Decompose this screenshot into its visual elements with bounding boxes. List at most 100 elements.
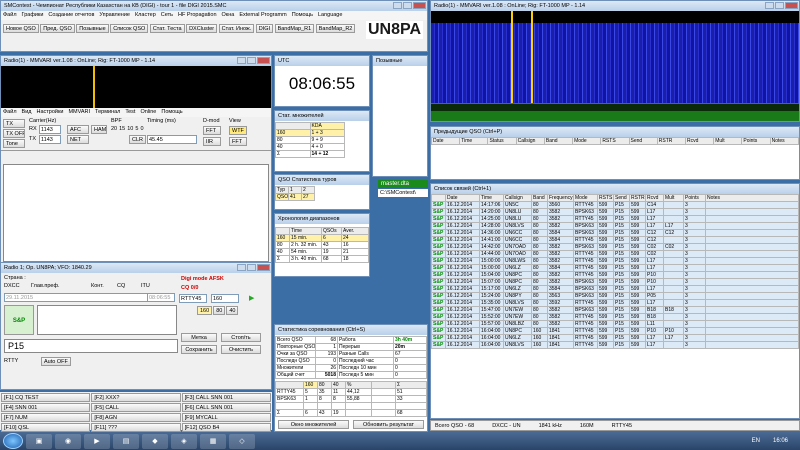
callsigns-button[interactable]: Позывные [76, 24, 109, 33]
play-icon[interactable]: ▶ [249, 294, 254, 302]
table-row[interactable]: S&P 16.12.2014 14:41:00 UN6CC 80 3584 RTTY45 59… [431, 236, 799, 244]
band-160-button[interactable]: 160 [197, 306, 213, 315]
time-field[interactable]: 08:06:55 [147, 293, 175, 302]
f7-button[interactable]: [F7] NUM [1, 413, 91, 422]
refresh-result-button[interactable]: Обновить результат [353, 419, 424, 429]
mmvari-menu-online[interactable]: Online [140, 109, 156, 115]
table-row[interactable]: S&P 16.12.2014 14:36:00 UN6CC 80 3584 BPSK63 59… [431, 229, 799, 237]
iir-button[interactable]: IIR [203, 137, 221, 146]
fft-view-button[interactable]: FFT [229, 137, 247, 146]
f11-button[interactable]: [F11] ??? [91, 423, 181, 432]
clr-button[interactable]: CLR [129, 135, 147, 144]
header-cell[interactable]: Time [479, 194, 504, 202]
menu-file[interactable]: Файл [3, 12, 17, 18]
mark-button[interactable]: Метка [181, 333, 217, 342]
header-cell[interactable]: Callsign [503, 194, 532, 202]
new-qso-button[interactable]: Новое QSO [3, 24, 39, 33]
menu-network[interactable]: Сеть [161, 12, 173, 18]
minimize-button[interactable] [393, 2, 402, 9]
table-row[interactable]: S&P 16.12.2014 15:52:00 UN7EW 80 3582 RTTY45 59… [431, 313, 799, 321]
media-icon[interactable]: ▶ [84, 433, 110, 449]
close-button[interactable] [257, 57, 270, 64]
tx-button[interactable]: TX [3, 119, 25, 128]
menu-windows[interactable]: Окна [222, 12, 235, 18]
prev-qso-button[interactable]: Пред. QSO [40, 24, 75, 33]
header-cell[interactable]: Notes [705, 194, 799, 202]
mmvari-waterfall-left[interactable] [1, 66, 271, 108]
menu-help[interactable]: Помощь [292, 12, 313, 18]
timing-field[interactable]: 45.45 [147, 135, 197, 144]
chart-taskbar-icon[interactable]: ▦ [200, 433, 226, 449]
browser-icon[interactable]: ◉ [55, 433, 81, 449]
table-row[interactable]: S&P 16.12.2014 14:28:00 UN8LVS 80 3582 BPSK63 5… [431, 222, 799, 230]
table-row[interactable]: S&P 16.12.2014 14:17:06 UN5C 80 3560 RTTY45 599… [431, 201, 799, 209]
f9-button[interactable]: [F9] MYCALL [181, 413, 271, 422]
waterfall-display[interactable] [431, 11, 799, 111]
callsign-input[interactable] [37, 305, 177, 335]
app-taskbar-icon[interactable]: ◇ [229, 433, 255, 449]
header-cell[interactable]: Date [445, 194, 480, 202]
table-row[interactable]: S&P 16.12.2014 15:17:00 UN6LZ 80 3584 BPSK63 59… [431, 285, 799, 293]
stop-button[interactable]: Стоп/ть [221, 333, 261, 342]
auto-off-button[interactable]: Auto OFF [41, 357, 71, 366]
mmvari-menu-settings[interactable]: Настройки [36, 109, 63, 115]
net-button[interactable]: NET [67, 135, 89, 144]
minimize-button[interactable] [237, 264, 246, 271]
qso-list-button[interactable]: Список QSO [110, 24, 149, 33]
table-row[interactable]: S&P 16.12.2014 15:07:00 UN8PC 80 3582 BPSK63 59… [431, 278, 799, 286]
txoff-button[interactable]: TX OFF [3, 129, 25, 138]
table-row[interactable]: S&P 16.12.2014 16:04:00 UN6LZ 160 1841 RTTY45 5… [431, 334, 799, 342]
snp-badge[interactable]: S&P [4, 305, 34, 335]
digi-button[interactable]: DIGI [255, 24, 274, 33]
mode-select[interactable]: RTTY45 [179, 294, 207, 303]
menu-reports[interactable]: Создание отчетов [48, 12, 94, 18]
qso-callsign[interactable]: P15 [4, 339, 178, 353]
header-cell[interactable]: Mult [663, 194, 684, 202]
menu-control[interactable]: Управление [99, 12, 130, 18]
afc-button[interactable]: AFC [67, 125, 89, 134]
explorer-icon[interactable]: ▣ [26, 433, 52, 449]
header-cell[interactable]: Rcvd [645, 194, 664, 202]
mmvari-menu-view[interactable]: Вид [22, 109, 32, 115]
table-row[interactable]: S&P 16.12.2014 15:24:00 UN8PY 80 3563 BPSK63 59… [431, 292, 799, 300]
close-button[interactable] [413, 2, 426, 9]
f8-button[interactable]: [F8] AGN [91, 413, 181, 422]
bandmap-r2-button[interactable]: BandMap_R2 [315, 24, 356, 33]
f5-button[interactable]: [F5] CALL [91, 403, 181, 412]
ham-button[interactable]: HAM [91, 125, 107, 134]
header-cell[interactable]: Mode [573, 194, 598, 202]
f1-button[interactable]: [F1] CQ TEST [1, 393, 91, 402]
close-button[interactable] [785, 2, 798, 9]
header-cell[interactable]: Frequency [547, 194, 574, 202]
fft-dmod-button[interactable]: FFT [203, 126, 221, 135]
header-cell[interactable]: RSTS [597, 194, 614, 202]
band-select[interactable]: 160 [211, 294, 239, 303]
table-row[interactable]: S&P 16.12.2014 15:00:00 UN6LZ 80 3584 RTTY45 59… [431, 264, 799, 272]
folder-icon[interactable]: ▤ [113, 433, 139, 449]
save-button[interactable]: Сохранить [181, 345, 217, 354]
maximize-button[interactable] [403, 2, 412, 9]
f4-button[interactable]: [F4] SNN 001 [1, 403, 91, 412]
mmvari-menu-file[interactable]: Файл [3, 109, 17, 115]
mmvari-menu-test[interactable]: Test [125, 109, 135, 115]
table-row[interactable]: S&P 16.12.2014 15:57:00 UN8LBZ 80 3582 RTTY45 5… [431, 320, 799, 328]
mult-stats-button[interactable]: Стат. Инож. [218, 24, 255, 33]
menu-graphs[interactable]: Графики [22, 12, 44, 18]
table-row[interactable]: S&P 16.12.2014 15:00:00 UN8LWS 80 3582 RTTY45 5… [431, 257, 799, 265]
header-cell[interactable]: Send [613, 194, 630, 202]
band-80-button[interactable]: 80 [213, 306, 226, 315]
start-button[interactable] [3, 433, 23, 449]
header-cell[interactable] [431, 194, 446, 202]
tx-carrier-field[interactable]: 1143 [39, 135, 61, 144]
header-cell[interactable]: Points [683, 194, 706, 202]
band-40-button[interactable]: 40 [226, 306, 239, 315]
menu-language[interactable]: Language [318, 12, 342, 18]
f6-button[interactable]: [F6] CALL SNN 001 [181, 403, 271, 412]
close-button[interactable] [257, 264, 270, 271]
mult-window-button[interactable]: Окно множителей [278, 419, 349, 429]
menu-propagation[interactable]: HF Propagation [178, 12, 217, 18]
minimize-button[interactable] [765, 2, 774, 9]
maximize-button[interactable] [247, 57, 256, 64]
table-row[interactable]: S&P 16.12.2014 15:47:00 UN7EW 80 3582 BPSK63 59… [431, 306, 799, 314]
f12-button[interactable]: [F12] QSO B4 [181, 423, 271, 432]
